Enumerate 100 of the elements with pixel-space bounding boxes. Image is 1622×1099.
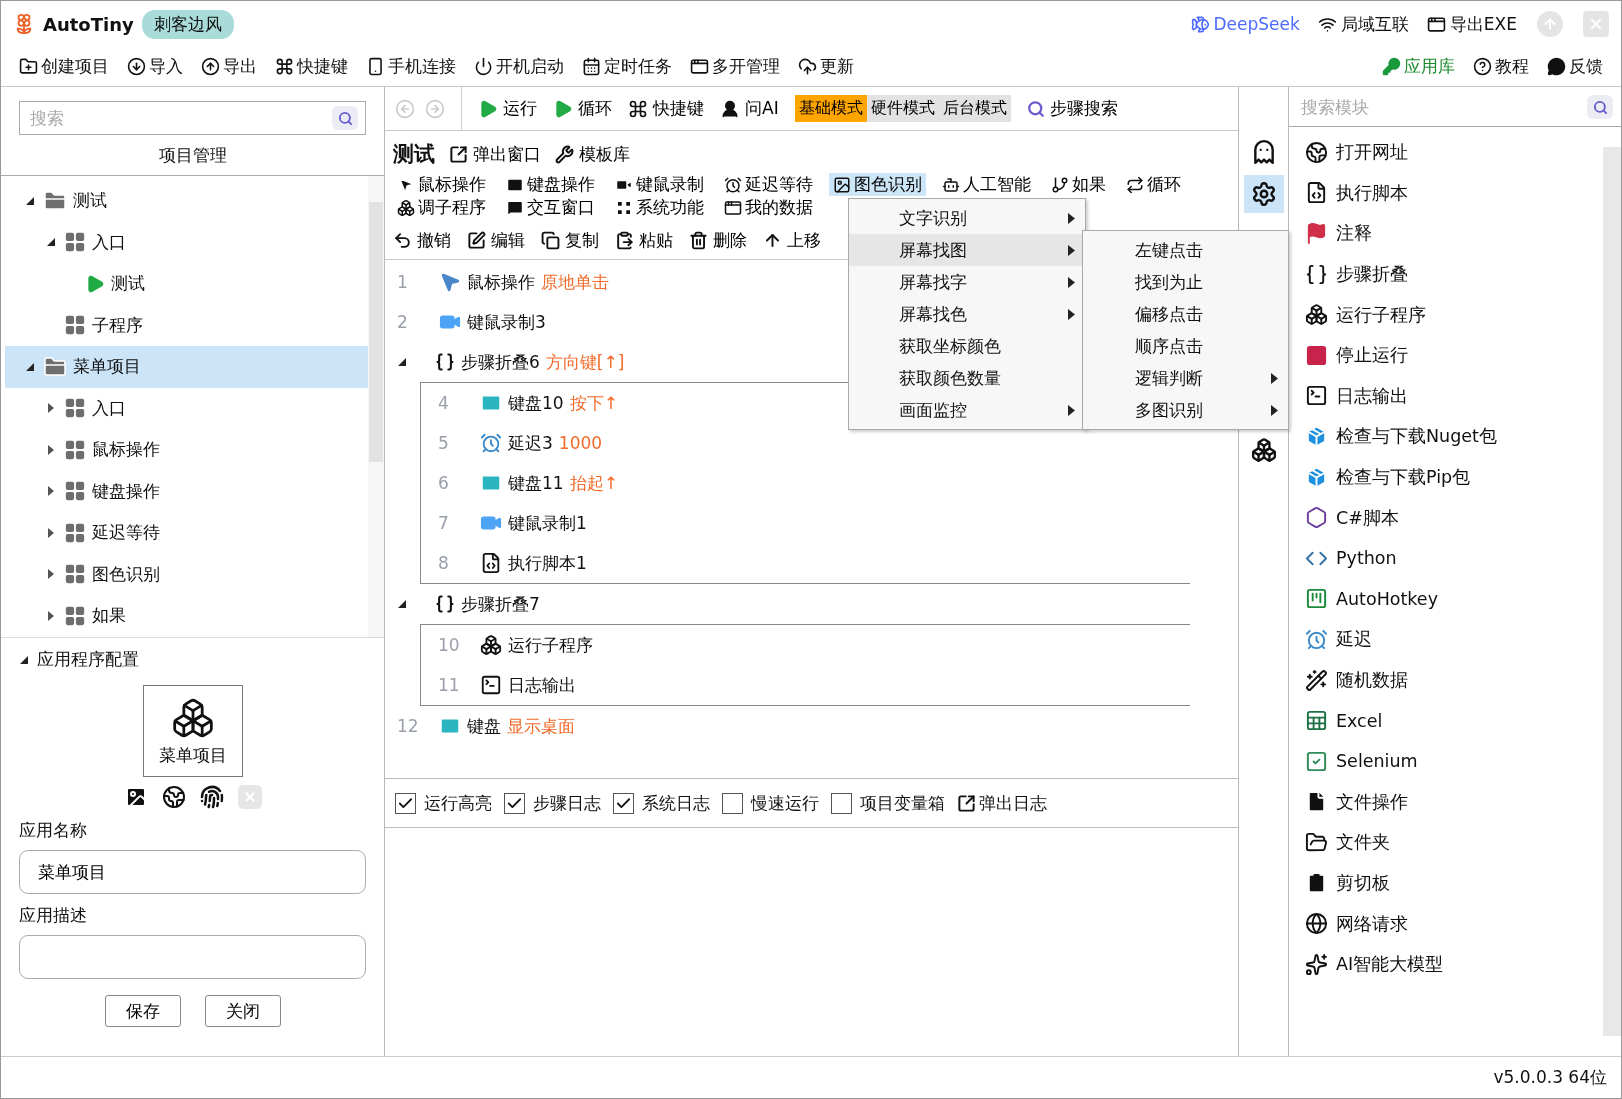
toolbar-button[interactable]: 运行 xyxy=(478,97,537,120)
module-item[interactable]: 文件夹 xyxy=(1289,822,1603,863)
menu-item[interactable]: 屏幕找图 xyxy=(849,234,1085,266)
top-link[interactable]: 导出EXE xyxy=(1426,12,1517,36)
tree-item[interactable]: 如果 xyxy=(5,595,368,637)
menu-item[interactable]: 左键点击 xyxy=(1083,234,1288,266)
scrollbar[interactable] xyxy=(1603,147,1621,1036)
category-tab[interactable]: 系统功能 xyxy=(611,196,708,219)
save-button[interactable]: 保存 xyxy=(104,995,181,1027)
menu-item[interactable]: 画面监控 xyxy=(849,394,1085,426)
mode-tab[interactable]: 基础模式 xyxy=(794,95,867,122)
module-item[interactable]: AI智能大模型 xyxy=(1289,943,1603,985)
module-item[interactable]: AutoHotkey xyxy=(1289,578,1603,620)
edit-button[interactable]: 复制 xyxy=(541,228,599,252)
edit-button[interactable]: 删除 xyxy=(689,228,747,252)
module-item[interactable]: 检查与下载Pip包 xyxy=(1289,456,1603,498)
category-tab[interactable]: 交互窗口 xyxy=(502,196,599,219)
menu-item[interactable]: 导入 xyxy=(127,55,183,78)
category-tab[interactable]: 图色识别 xyxy=(829,173,926,196)
module-item[interactable]: 打开网址 xyxy=(1289,132,1603,173)
header-button[interactable]: 模板库 xyxy=(555,142,630,166)
tree-item[interactable]: 测试 xyxy=(5,180,368,222)
tree-item[interactable]: 菜单项目 xyxy=(5,346,368,388)
tree-item[interactable]: 图色识别 xyxy=(5,553,368,595)
module-item[interactable]: 文件操作 xyxy=(1289,781,1603,823)
header-button[interactable]: 弹出窗口 xyxy=(449,142,541,166)
category-tab[interactable]: 延迟等待 xyxy=(720,173,817,196)
menu-item[interactable]: 创建项目 xyxy=(19,55,109,78)
module-item[interactable]: 停止运行 xyxy=(1289,334,1603,376)
mode-tab[interactable]: 后台模式 xyxy=(938,95,1011,122)
category-tab[interactable]: 我的数据 xyxy=(720,196,817,219)
tree-item[interactable]: 入口 xyxy=(5,387,368,429)
tree-item[interactable]: 子程序 xyxy=(5,304,368,346)
edit-button[interactable]: 撤销 xyxy=(393,228,451,252)
top-link[interactable]: 局域互联 xyxy=(1317,12,1409,36)
edit-button[interactable]: 编辑 xyxy=(467,228,525,252)
category-tab[interactable]: 键盘操作 xyxy=(502,173,599,196)
menu-item[interactable]: 反馈 xyxy=(1547,55,1603,78)
category-tab[interactable]: 循环 xyxy=(1122,173,1185,196)
module-item[interactable]: 剪切板 xyxy=(1289,862,1603,904)
module-item[interactable]: 日志输出 xyxy=(1289,375,1603,417)
menu-item[interactable]: 开机启动 xyxy=(474,55,564,78)
menu-item[interactable]: 更新 xyxy=(798,55,854,78)
menu-item[interactable]: 文字识别 xyxy=(849,202,1085,234)
menu-item[interactable]: 教程 xyxy=(1473,55,1529,78)
module-item[interactable]: 检查与下载Nuget包 xyxy=(1289,416,1603,457)
checkbox[interactable] xyxy=(504,792,525,814)
category-tab[interactable]: 人工智能 xyxy=(938,173,1035,196)
module-item[interactable]: Selenium xyxy=(1289,740,1603,782)
category-tab[interactable]: 鼠标操作 xyxy=(393,173,490,196)
search-field[interactable]: 搜索 xyxy=(19,101,366,135)
step-search-button[interactable]: 步骤搜索 xyxy=(1026,97,1118,120)
menu-item[interactable]: 找到为止 xyxy=(1083,266,1288,298)
module-item[interactable]: 网络请求 xyxy=(1289,903,1603,944)
tree-item[interactable]: 鼠标操作 xyxy=(5,429,368,471)
menu-item[interactable]: 定时任务 xyxy=(582,55,672,78)
menu-item[interactable]: 导出 xyxy=(201,55,257,78)
menu-item[interactable]: 获取颜色数量 xyxy=(849,362,1085,394)
mode-tab[interactable]: 硬件模式 xyxy=(866,95,939,122)
toolbar-button[interactable]: 循环 xyxy=(553,97,612,120)
edit-button[interactable]: 上移 xyxy=(763,228,821,252)
scrollbar[interactable] xyxy=(368,176,384,637)
input-field[interactable]: 菜单项目 xyxy=(19,850,366,894)
module-item[interactable]: 步骤折叠 xyxy=(1289,253,1603,295)
tree-item[interactable]: 键盘操作 xyxy=(5,470,368,512)
module-item[interactable]: 随机数据 xyxy=(1289,659,1603,701)
menu-item[interactable]: 偏移点击 xyxy=(1083,298,1288,330)
toolbar-button[interactable]: 问AI xyxy=(720,97,779,120)
category-tab[interactable]: 键鼠录制 xyxy=(611,173,708,196)
category-tab[interactable]: 如果 xyxy=(1047,173,1110,196)
menu-item[interactable]: 屏幕找字 xyxy=(849,266,1085,298)
menu-item[interactable]: 快捷键 xyxy=(275,55,348,78)
menu-item[interactable]: 手机连接 xyxy=(366,55,456,78)
menu-item[interactable]: 应用库 xyxy=(1382,55,1455,78)
popup-log-link[interactable]: 弹出日志 xyxy=(957,791,1047,815)
close-button[interactable]: 关闭 xyxy=(204,995,281,1027)
tree-item[interactable]: 延迟等待 xyxy=(5,512,368,554)
module-item[interactable]: 注释 xyxy=(1289,213,1603,254)
toolbar-button[interactable]: 快捷键 xyxy=(628,97,704,120)
tree-item[interactable]: 测试 xyxy=(5,263,368,305)
menu-item[interactable]: 屏幕找色 xyxy=(849,298,1085,330)
checkbox[interactable] xyxy=(722,792,743,814)
edit-button[interactable]: 粘贴 xyxy=(615,228,673,252)
checkbox[interactable] xyxy=(613,792,634,814)
checkbox[interactable] xyxy=(395,792,416,814)
module-item[interactable]: Python xyxy=(1289,537,1603,579)
side-tab[interactable] xyxy=(1243,175,1284,213)
menu-item[interactable]: 多图识别 xyxy=(1083,394,1288,426)
menu-item[interactable]: 多开管理 xyxy=(690,55,780,78)
module-item[interactable]: 延迟 xyxy=(1289,619,1603,660)
module-item[interactable]: 运行子程序 xyxy=(1289,294,1603,335)
menu-item[interactable]: 逻辑判断 xyxy=(1083,362,1288,394)
top-link[interactable]: DeepSeek xyxy=(1190,14,1300,34)
tree-item[interactable]: 入口 xyxy=(5,221,368,263)
checkbox[interactable] xyxy=(831,792,852,814)
module-item[interactable]: C#脚本 xyxy=(1289,497,1603,538)
module-item[interactable]: 执行脚本 xyxy=(1289,172,1603,214)
module-item[interactable]: Excel xyxy=(1289,700,1603,741)
menu-item[interactable]: 顺序点击 xyxy=(1083,330,1288,362)
category-tab[interactable]: 调子程序 xyxy=(393,196,490,219)
